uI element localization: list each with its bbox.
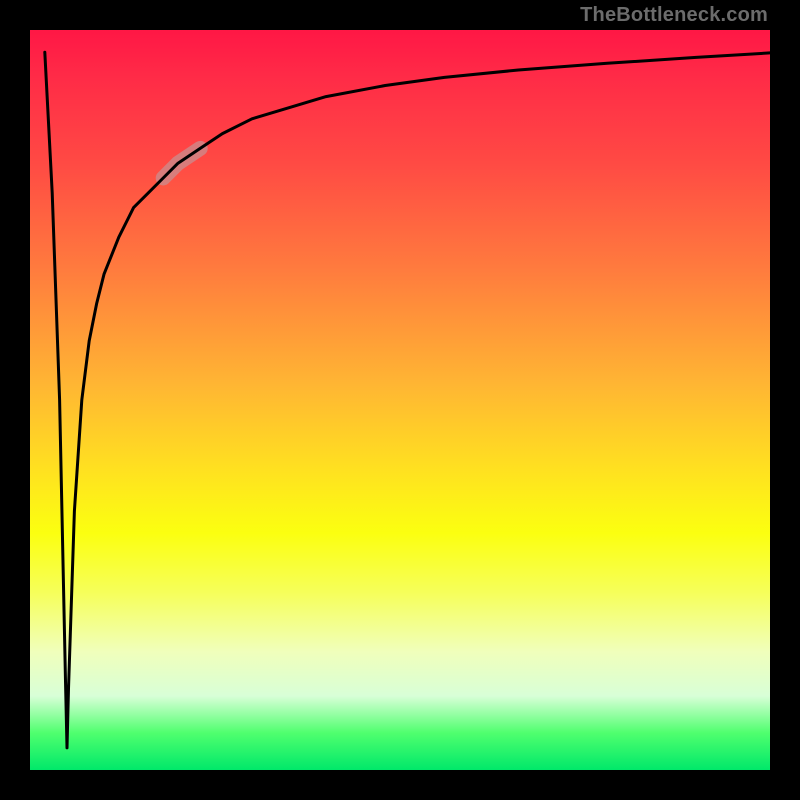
watermark-label: TheBottleneck.com	[580, 4, 768, 27]
chart-svg	[30, 30, 770, 770]
chart-frame: TheBottleneck.com	[0, 0, 800, 800]
plot-area	[30, 30, 770, 770]
bottleneck-curve	[45, 52, 770, 748]
